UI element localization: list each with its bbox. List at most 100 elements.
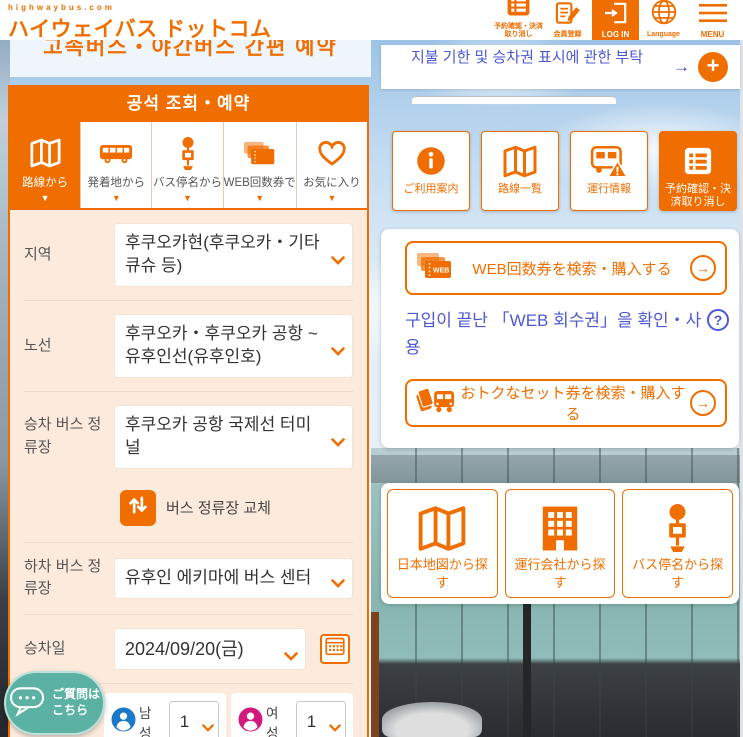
bus-stop-icon xyxy=(178,136,198,170)
map-icon xyxy=(502,142,538,180)
alighting-stop-select[interactable]: 유후인 에키마에 버스 센터 xyxy=(114,557,353,599)
notice-card[interactable]: 지불 기한 및 승차권 표시에 관한 부탁 → + xyxy=(381,45,740,89)
quick-button-label: ご利用案内 xyxy=(403,183,459,195)
bus-icon xyxy=(99,136,133,170)
chat-label-line1: ご質問は xyxy=(51,687,100,702)
web-coupon-note-link[interactable]: 구입이 끝난 「WEB 회수권」을 확인・사용 xyxy=(405,307,713,361)
nav-label: LOG IN xyxy=(601,29,630,39)
search-tabs: 路線から ▼ 発着地から ▼ バス停名から ▼ WEB回数券で ▼ お気に入り … xyxy=(10,122,367,210)
chevron-down-icon xyxy=(202,717,214,737)
svg-text:WEB: WEB xyxy=(433,267,449,274)
chevron-down-icon xyxy=(331,340,345,363)
female-count-value: 1 xyxy=(306,711,317,731)
set-ticket-button-label: おトクなセット券を検索・購入する xyxy=(460,385,686,423)
swap-arrows-icon xyxy=(127,494,149,521)
alighting-stop-row: 하차 버스 정류장 유후인 에키마에 버스 센터 xyxy=(24,543,353,615)
nav-language[interactable]: Language xyxy=(639,0,688,40)
login-icon xyxy=(604,2,628,29)
search-by-company-button[interactable]: 運行会社から探す xyxy=(504,489,616,598)
tab-label: WEB回数券で xyxy=(223,177,296,189)
operation-info-button[interactable]: 運行情報 xyxy=(570,131,648,211)
nav-reservation-confirm[interactable]: 予約確認・決済取り消し xyxy=(494,0,543,40)
route-row: 노선 후쿠오카・후쿠오카 공항 ~ 유후인선(유후인호) xyxy=(24,301,353,392)
male-label: 남성 xyxy=(139,705,152,737)
header-nav: 予約確認・決済取り消し 会員登録 LOG IN Language MENU xyxy=(494,0,737,40)
calendar-button[interactable] xyxy=(320,633,350,664)
female-icon xyxy=(238,707,263,737)
register-pencil-icon xyxy=(555,1,581,30)
tab-by-web-coupon[interactable]: WEB回数券で ▼ xyxy=(224,122,297,208)
female-label: 여성 xyxy=(266,705,279,737)
nav-label: 会員登録 xyxy=(553,30,582,38)
route-select[interactable]: 후쿠오카・후쿠오카 공항 ~ 유후인선(유후인호) xyxy=(114,313,353,378)
site-logo[interactable]: highwaybus.com ハイウェイバス ドットコム xyxy=(8,3,272,43)
search-by-map-button[interactable]: 日本地図から探す xyxy=(387,489,498,598)
male-count-value: 1 xyxy=(179,711,190,731)
search-form: 지역 후쿠오카현(후쿠오카・기타큐슈 등) 노선 후쿠오카・후쿠오카 공항 ~ … xyxy=(10,210,367,737)
chat-button-label: ご質問は こちら xyxy=(52,687,100,718)
chat-question-button[interactable]: ご質問は こちら xyxy=(4,671,105,735)
nav-label: MENU xyxy=(700,29,725,39)
nav-member-register[interactable]: 会員登録 xyxy=(543,0,592,40)
swap-row: 버스 정류장 교체 xyxy=(24,482,353,543)
tab-by-busstop[interactable]: バス停名から ▼ xyxy=(152,122,224,208)
tab-label: 発着地から xyxy=(87,177,146,189)
bus-warning-icon xyxy=(590,142,628,180)
heart-icon xyxy=(317,136,347,170)
web-coupon-search-button[interactable]: WEB WEB回数券を検索・購入する → xyxy=(405,241,727,295)
calendar-icon xyxy=(325,636,345,661)
chat-label-line2: こちら xyxy=(51,703,88,717)
tab-label: バス停名から xyxy=(153,177,222,189)
search-panel: 공석 조회・예약 路線から ▼ 発着地から ▼ バス停名から ▼ WEB回数券で… xyxy=(8,85,369,737)
chevron-down-icon xyxy=(284,643,298,667)
tab-by-route[interactable]: 路線から ▼ xyxy=(10,122,82,208)
reservation-confirm-cancel-button[interactable]: 予約確認・決済取り消し xyxy=(659,131,737,211)
region-value: 후쿠오카현(후쿠오카・기타큐슈 등) xyxy=(125,233,320,275)
promo-banner-text: 고속버스・야간버스 간편 예약 xyxy=(43,40,338,59)
boarding-stop-row: 승차 버스 정류장 후쿠오카 공항 국제선 터미널 xyxy=(24,392,353,482)
alighting-stop-label: 하차 버스 정류장 xyxy=(24,557,102,598)
female-passenger-card: 여성 1 xyxy=(231,692,353,737)
help-question-icon[interactable]: ? xyxy=(707,309,729,331)
japan-map-icon xyxy=(416,502,468,554)
logo-title: ハイウェイバス ドットコム xyxy=(8,18,272,41)
quick-button-label: 運行情報 xyxy=(587,183,631,195)
chevron-down-icon xyxy=(329,717,341,737)
background-pole xyxy=(371,612,379,737)
expand-plus-button[interactable]: + xyxy=(698,52,728,82)
background-car xyxy=(382,702,482,737)
search-by-busstop-button[interactable]: バス停名から探す xyxy=(622,489,734,598)
quick-button-label: 路線一覧 xyxy=(498,183,542,195)
boarding-stop-select[interactable]: 후쿠오카 공항 국제선 터미널 xyxy=(114,404,353,469)
background-pillar xyxy=(523,600,531,737)
swap-stops-button[interactable] xyxy=(120,489,156,526)
search-by-label: バス停名から探す xyxy=(632,557,724,590)
background-building-shadow xyxy=(371,455,743,483)
map-icon xyxy=(29,136,62,170)
speech-bubble-icon xyxy=(9,685,47,722)
tab-label: 路線から xyxy=(22,177,69,189)
web-tickets-icon: WEB xyxy=(416,252,454,285)
page: highwaybus.com ハイウェイバス ドットコム 予約確認・決済取り消し… xyxy=(0,0,743,737)
nav-login[interactable]: LOG IN xyxy=(592,0,639,40)
arrow-right-icon: → xyxy=(673,57,690,76)
female-count-select[interactable]: 1 xyxy=(295,700,346,737)
set-ticket-search-button[interactable]: おトクなセット券を検索・購入する → xyxy=(405,379,727,427)
notice-text: 지불 기한 및 승차권 표시에 관한 부탁 xyxy=(411,49,644,66)
alighting-stop-value: 유후인 에키마에 버스 센터 xyxy=(125,567,312,587)
chevron-down-icon xyxy=(331,572,345,595)
quick-buttons-row: ご利用案内 路線一覧 運行情報 予約確認・決済取り消し xyxy=(392,131,737,211)
search-panel-title: 공석 조회・예약 xyxy=(10,85,367,122)
usage-guide-button[interactable]: ご利用案内 xyxy=(392,131,470,211)
date-select[interactable]: 2024/09/20(금) xyxy=(114,627,306,670)
tab-favorites[interactable]: お気に入り ▼ xyxy=(297,122,367,208)
male-icon xyxy=(111,707,136,737)
web-ticket-card: WEB WEB回数券を検索・購入する → 구입이 끝난 「WEB 회수권」을 확… xyxy=(381,229,739,448)
swap-stops-label: 버스 정류장 교체 xyxy=(166,500,271,518)
region-select[interactable]: 후쿠오카현(후쿠오카・기타큐슈 등) xyxy=(114,223,353,287)
tab-by-departure[interactable]: 発着地から ▼ xyxy=(81,122,153,208)
male-count-select[interactable]: 1 xyxy=(168,700,219,737)
nav-menu[interactable]: MENU xyxy=(688,0,737,40)
route-list-button[interactable]: 路線一覧 xyxy=(481,131,559,211)
caret-down-icon: ▼ xyxy=(183,193,192,203)
